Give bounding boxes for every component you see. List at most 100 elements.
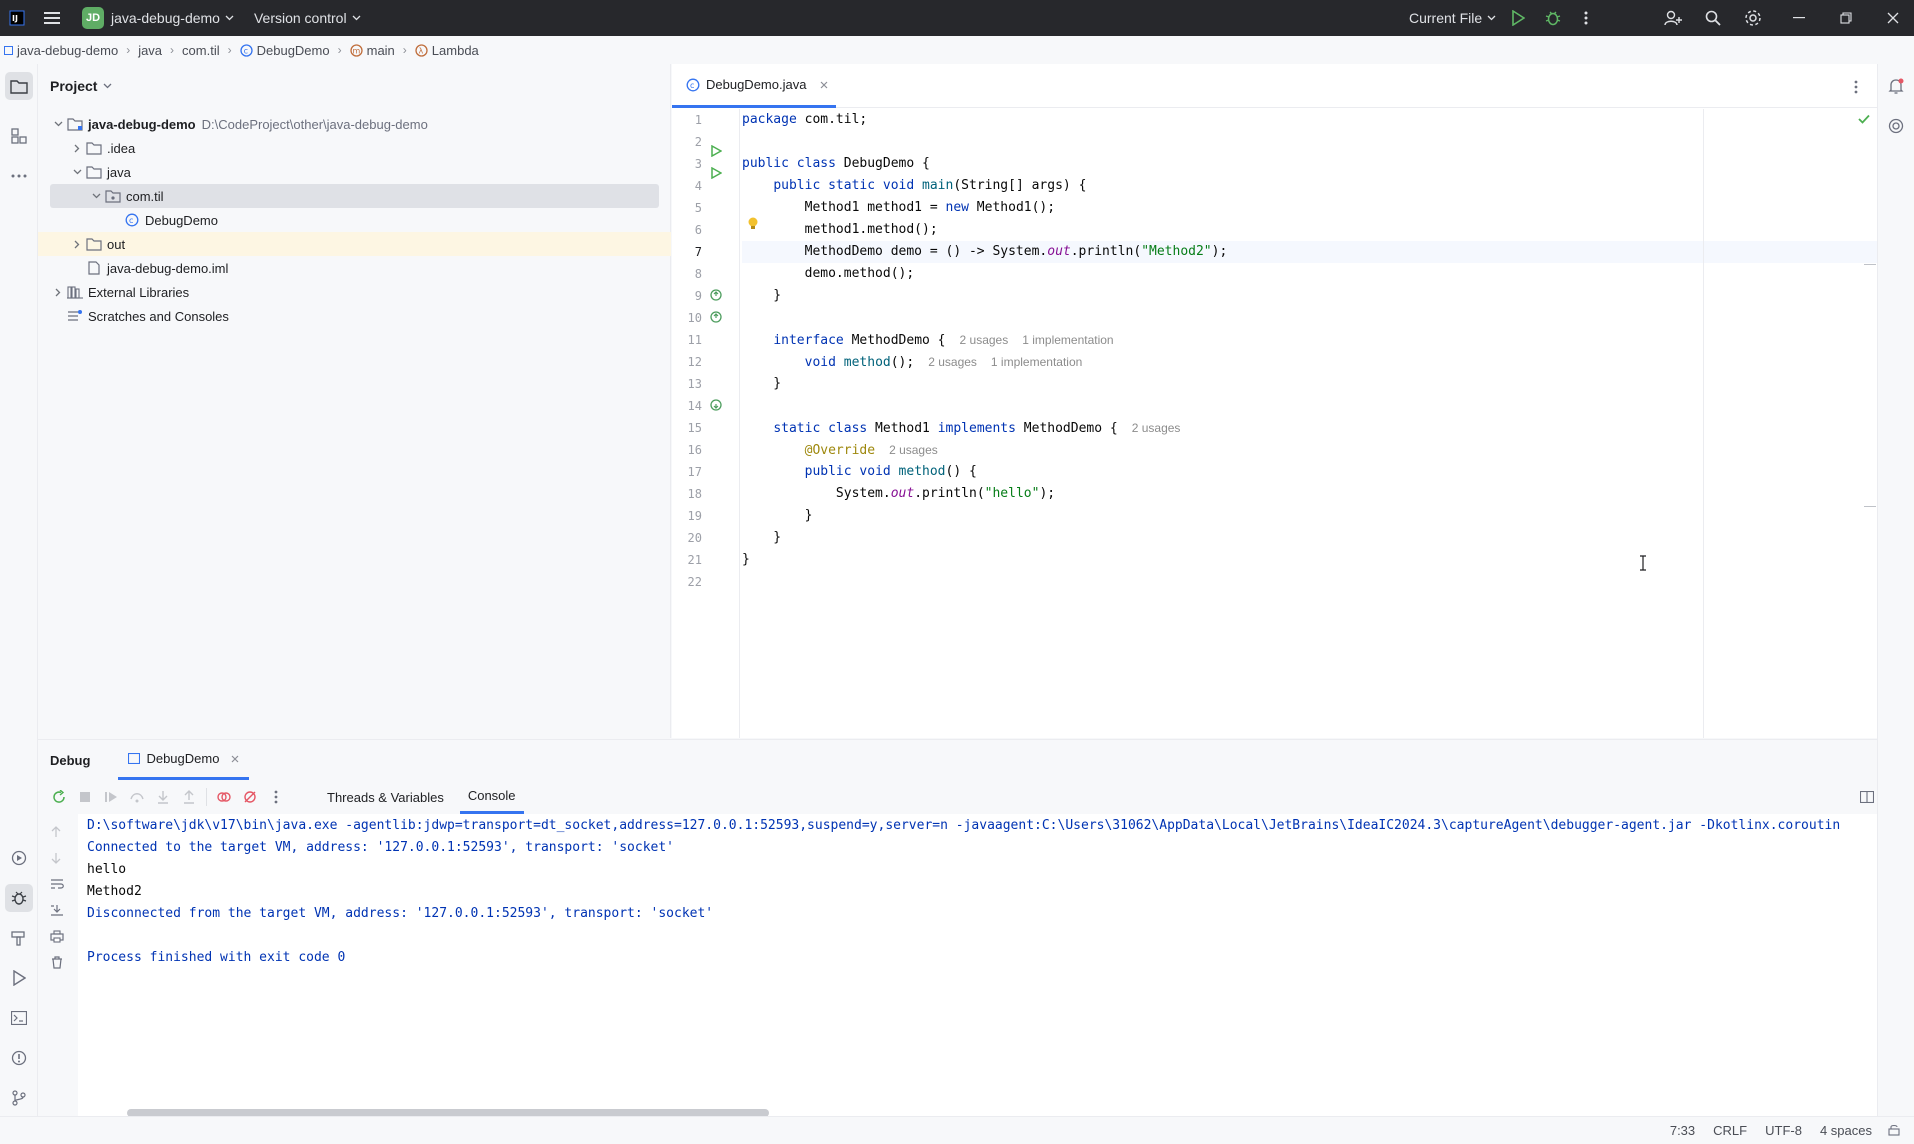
line-number[interactable]: 19 <box>672 505 702 527</box>
clear-all-icon[interactable] <box>51 956 63 969</box>
vcs-menu[interactable]: Version control <box>254 0 361 36</box>
caret-position[interactable]: 7:33 <box>1670 1123 1695 1138</box>
main-menu-icon[interactable] <box>34 0 70 36</box>
tree-item-java-debug-demo-iml[interactable]: java-debug-demo.iml <box>38 256 671 280</box>
more-actions-icon[interactable] <box>1568 0 1604 36</box>
stop-icon[interactable] <box>72 784 98 810</box>
run-tool-icon[interactable] <box>5 964 33 992</box>
line-number[interactable]: 3 <box>672 153 702 175</box>
line-number[interactable]: 6 <box>672 219 702 241</box>
rerun-icon[interactable] <box>46 784 72 810</box>
layout-settings-icon[interactable] <box>1854 784 1880 810</box>
search-icon[interactable] <box>1695 0 1731 36</box>
view-breakpoints-icon[interactable] <box>211 784 237 810</box>
file-encoding[interactable]: UTF-8 <box>1765 1123 1802 1138</box>
step-over-icon[interactable] <box>124 784 150 810</box>
project-switcher[interactable]: JD java-debug-demo <box>82 0 234 36</box>
console-output[interactable]: D:\software\jdk\v17\bin\java.exe -agentl… <box>78 814 1877 1117</box>
scroll-to-end-icon[interactable] <box>50 904 64 916</box>
usages-hint[interactable]: 2 usages <box>889 443 938 457</box>
line-number[interactable]: 15 <box>672 417 702 439</box>
settings-gear-icon[interactable] <box>1735 0 1771 36</box>
line-number[interactable]: 10 <box>672 307 702 329</box>
step-into-icon[interactable] <box>150 784 176 810</box>
tree-item-idea[interactable]: .idea <box>38 136 671 160</box>
breadcrumb-item-java[interactable]: java <box>138 43 162 58</box>
indent-setting[interactable]: 4 spaces <box>1820 1123 1872 1138</box>
editor-more-icon[interactable] <box>1854 80 1858 94</box>
soft-wrap-icon[interactable] <box>50 878 64 890</box>
line-number[interactable]: 22 <box>672 571 702 593</box>
scroll-down-icon[interactable] <box>51 852 61 864</box>
line-number[interactable]: 20 <box>672 527 702 549</box>
implements-method-gutter-icon[interactable] <box>710 399 723 412</box>
breadcrumb-item-lambda[interactable]: λ Lambda <box>415 43 479 58</box>
git-tool-icon[interactable] <box>5 1084 33 1112</box>
debug-session-tab[interactable]: DebugDemo <box>118 740 250 780</box>
resume-icon[interactable] <box>98 784 124 810</box>
usages-hint[interactable]: 2 usages <box>1132 421 1181 435</box>
more-debug-actions-icon[interactable] <box>263 784 289 810</box>
breadcrumb-item-package[interactable]: com.til <box>182 43 220 58</box>
run-gutter-icon[interactable] <box>710 167 722 179</box>
chevron-down-icon[interactable] <box>50 121 66 127</box>
line-number[interactable]: 13 <box>672 373 702 395</box>
run-gutter-icon[interactable] <box>710 145 722 157</box>
lock-icon[interactable] <box>1888 1124 1900 1136</box>
restore-icon[interactable] <box>1828 0 1864 36</box>
editor-tab[interactable]: c DebugDemo.java <box>672 64 836 108</box>
breadcrumb-item-class[interactable]: c DebugDemo <box>239 43 330 58</box>
code-area[interactable]: package com.til; public class DebugDemo … <box>742 109 1877 738</box>
structure-tool-icon[interactable] <box>5 122 33 150</box>
chevron-right-icon[interactable] <box>69 144 85 153</box>
line-number[interactable]: 7 <box>672 241 702 263</box>
line-number[interactable]: 21 <box>672 549 702 571</box>
problems-tool-icon[interactable] <box>5 1044 33 1072</box>
debug-tool-icon[interactable] <box>5 884 33 912</box>
line-number[interactable]: 1 <box>672 109 702 131</box>
close-tab-icon[interactable] <box>820 81 828 89</box>
more-tools-icon[interactable] <box>5 162 33 190</box>
tab-console[interactable]: Console <box>459 780 524 814</box>
line-number[interactable]: 11 <box>672 329 702 351</box>
terminal-tool-icon[interactable] <box>5 1004 33 1032</box>
line-number[interactable]: 17 <box>672 461 702 483</box>
line-number[interactable]: 8 <box>672 263 702 285</box>
chevron-down-icon[interactable] <box>88 193 104 199</box>
implemented-gutter-icon[interactable] <box>710 311 723 324</box>
no-problems-check-icon[interactable] <box>1858 114 1870 124</box>
mute-breakpoints-icon[interactable] <box>237 784 263 810</box>
tree-item-external-libraries[interactable]: External Libraries <box>38 280 671 304</box>
project-tool-icon[interactable] <box>5 72 33 100</box>
notifications-icon[interactable] <box>1882 72 1910 100</box>
close-window-icon[interactable] <box>1875 0 1911 36</box>
debug-icon[interactable] <box>1535 0 1571 36</box>
tree-item-java[interactable]: java <box>38 160 671 184</box>
line-number[interactable]: 18 <box>672 483 702 505</box>
run-icon[interactable] <box>1500 0 1536 36</box>
close-tab-icon[interactable] <box>231 755 239 763</box>
implemented-gutter-icon[interactable] <box>710 289 723 302</box>
implementation-hint[interactable]: 1 implementation <box>1022 333 1113 347</box>
tree-item-out[interactable]: out <box>38 232 671 256</box>
add-user-icon[interactable] <box>1655 0 1691 36</box>
chevron-right-icon[interactable] <box>69 240 85 249</box>
breadcrumb-item-project[interactable]: java-debug-demo <box>4 43 118 58</box>
line-number[interactable]: 12 <box>672 351 702 373</box>
tree-item-com-til[interactable]: com.til <box>50 184 659 208</box>
tree-item-java-debug-demo[interactable]: java-debug-demo D:\CodeProject\other\java… <box>38 112 671 136</box>
line-number[interactable]: 5 <box>672 197 702 219</box>
usages-hint[interactable]: 2 usages <box>960 333 1009 347</box>
tree-item-debugdemo[interactable]: c DebugDemo <box>38 208 671 232</box>
scroll-up-icon[interactable] <box>51 826 61 838</box>
implementation-hint[interactable]: 1 implementation <box>991 355 1082 369</box>
line-number[interactable]: 4 <box>672 175 702 197</box>
minimize-icon[interactable] <box>1781 0 1817 36</box>
line-number[interactable]: 2 <box>672 131 702 153</box>
print-icon[interactable] <box>50 930 64 943</box>
chevron-right-icon[interactable] <box>50 288 66 297</box>
line-separator[interactable]: CRLF <box>1713 1123 1747 1138</box>
line-number[interactable]: 16 <box>672 439 702 461</box>
ai-assistant-icon[interactable] <box>1882 112 1910 140</box>
tree-item-scratches-and-consoles[interactable]: Scratches and Consoles <box>38 304 671 328</box>
